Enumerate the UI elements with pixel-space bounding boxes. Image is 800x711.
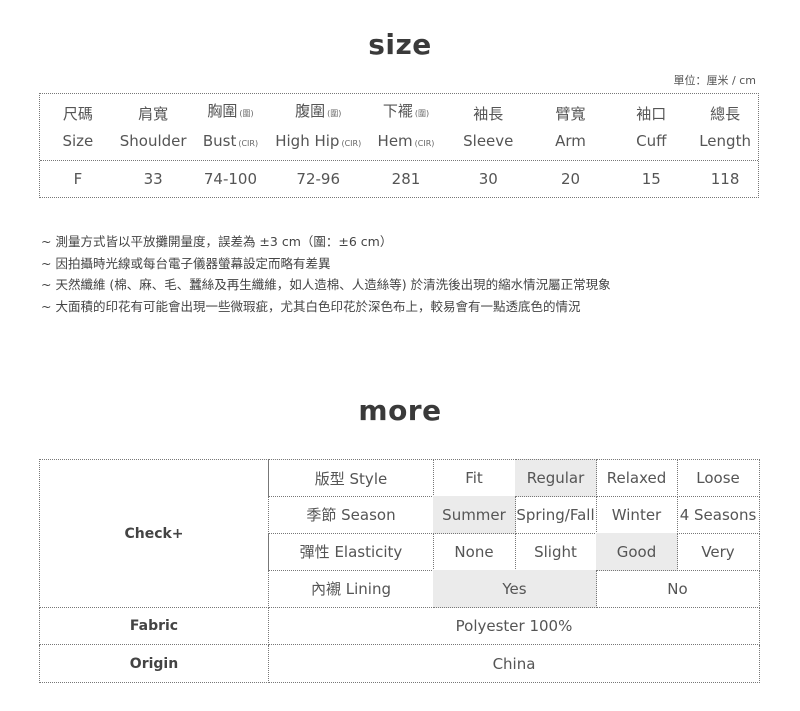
- size-cell: 33: [143, 170, 163, 188]
- check-label: Check+: [39, 459, 269, 608]
- size-col-header: 袖口 Cuff: [610, 94, 692, 160]
- col-label-en: Cuff: [636, 131, 667, 150]
- fabric-label: Fabric: [39, 608, 269, 645]
- size-cell: 72-96: [296, 170, 341, 188]
- size-col-header: 袖長 Sleeve: [446, 94, 531, 160]
- size-table-header: 尺碼 Size 肩寬 Shoulder 胸圍 (圍) Bust (CIR) 腹圍 (圍) High …: [40, 94, 758, 161]
- more-table: Check+ Fabric Polyester 100% Origin Chin…: [39, 459, 760, 683]
- col-label-en: Size: [62, 131, 94, 150]
- size-col-header: 下襬 (圍) Hem (CIR): [366, 94, 446, 160]
- check-option: Summer: [433, 496, 516, 534]
- col-label-en: Arm: [555, 131, 586, 150]
- check-row-label: 彈性 Elasticity: [268, 533, 434, 571]
- more-section-title: more: [358, 394, 442, 427]
- origin-value: China: [268, 645, 760, 683]
- size-cell: 20: [560, 170, 581, 188]
- check-option: Regular: [515, 459, 597, 497]
- size-cell: 15: [641, 170, 661, 188]
- size-col-header: 尺碼 Size: [40, 94, 116, 160]
- size-col-header: 腹圍 (圍) High Hip (CIR): [270, 94, 366, 160]
- check-option: Very: [677, 533, 760, 571]
- check-row-label: 季節 Season: [268, 496, 434, 534]
- size-col-header: 肩寬 Shoulder: [116, 94, 191, 160]
- note-natural-fiber: ~ 天然纖維 (棉、麻、毛、蠶絲及再生纖維，如人造棉、人造絲等) 於清洗後出現的…: [41, 277, 611, 292]
- col-label-en: Length: [699, 131, 751, 150]
- check-option: Loose: [677, 459, 760, 497]
- size-cell: 74-100: [203, 170, 258, 188]
- col-label-en: High Hip (CIR): [275, 131, 362, 150]
- size-cell: 30: [478, 170, 498, 188]
- size-cell: 118: [710, 170, 740, 188]
- check-option: Relaxed: [596, 459, 678, 497]
- col-label-zh: 胸圍 (圍): [207, 101, 254, 120]
- check-row-label: 內襯 Lining: [268, 570, 434, 608]
- unit-note: 單位：厘米 / cm: [673, 74, 756, 87]
- note-measurement: ~ 測量方式皆以平放攤開量度，誤差為 ±3 cm（圍：±6 cm）: [41, 234, 393, 249]
- size-table-row: F 33 74-100 72-96 281 30 20 15 118: [40, 161, 758, 197]
- size-col-header: 總長 Length: [692, 94, 758, 160]
- check-option: Fit: [433, 459, 516, 497]
- check-row-label: 版型 Style: [268, 459, 434, 497]
- col-label-zh: 總長: [710, 104, 741, 123]
- size-col-header: 胸圍 (圍) Bust (CIR): [191, 94, 271, 160]
- note-print: ~ 大面積的印花有可能會出現一些微瑕疵，尤其白色印花於深色布上，較易會有一點透底…: [41, 298, 581, 314]
- check-option: Spring/Fall: [515, 496, 597, 534]
- col-label-zh: 下襬 (圍): [382, 101, 430, 120]
- check-option: 4 Seasons: [677, 496, 760, 534]
- check-option: Slight: [515, 533, 597, 571]
- check-option: Good: [596, 533, 678, 571]
- size-table: 尺碼 Size 肩寬 Shoulder 胸圍 (圍) Bust (CIR) 腹圍 (圍) High …: [39, 93, 759, 198]
- origin-label: Origin: [39, 645, 269, 683]
- col-label-zh: 尺碼: [62, 104, 93, 123]
- check-option: No: [596, 570, 760, 608]
- size-cell: F: [73, 170, 83, 188]
- col-label-zh: 袖口: [636, 104, 667, 123]
- size-cell: 281: [391, 170, 421, 188]
- col-label-zh: 肩寬: [138, 104, 169, 123]
- check-option: Winter: [596, 496, 678, 534]
- col-label-en: Bust (CIR): [202, 131, 259, 150]
- col-label-zh: 袖長: [473, 104, 504, 123]
- size-col-header: 臂寬 Arm: [531, 94, 611, 160]
- col-label-en: Shoulder: [119, 131, 187, 150]
- check-option: Yes: [433, 570, 597, 608]
- col-label-en: Sleeve: [463, 131, 514, 150]
- size-section-title: size: [368, 28, 432, 61]
- col-label-zh: 腹圍 (圍): [295, 101, 342, 120]
- size-notes: ~ 測量方式皆以平放攤開量度，誤差為 ±3 cm（圍：±6 cm） ~ 因拍攝時…: [41, 231, 611, 317]
- col-label-zh: 臂寬: [555, 104, 586, 123]
- check-option: None: [433, 533, 516, 571]
- fabric-value: Polyester 100%: [268, 608, 760, 645]
- col-label-en: Hem (CIR): [377, 131, 435, 150]
- note-lighting: ~ 因拍攝時光線或每台電子儀器螢幕設定而略有差異: [41, 255, 331, 271]
